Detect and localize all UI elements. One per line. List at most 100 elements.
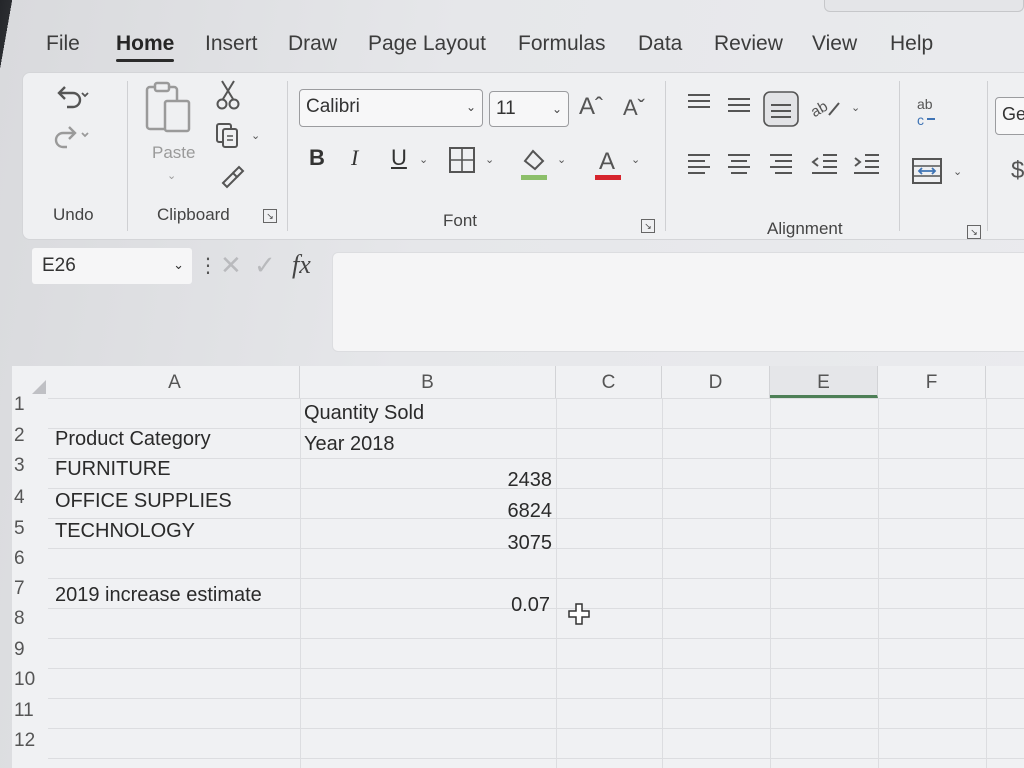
mouse-cursor-cross-icon xyxy=(567,602,591,626)
cell-b7[interactable]: 0.07 xyxy=(450,594,550,617)
cell-a5[interactable]: TECHNOLOGY xyxy=(55,520,195,543)
cell-a2[interactable]: Product Category xyxy=(55,428,211,451)
clipboard-launcher-icon[interactable]: ↘ xyxy=(263,209,277,223)
tab-file[interactable]: File xyxy=(46,32,80,56)
font-name-value: Calibri xyxy=(306,96,360,117)
row-header-5[interactable]: 5 xyxy=(12,518,48,540)
fill-color-icon[interactable] xyxy=(517,143,551,183)
cut-icon[interactable] xyxy=(213,79,243,111)
font-color-icon[interactable]: A xyxy=(591,143,625,183)
cell-a4[interactable]: OFFICE SUPPLIES xyxy=(55,490,232,513)
undo-icon[interactable] xyxy=(51,79,91,111)
number-format-select[interactable]: Ger xyxy=(995,97,1024,135)
row-header-1[interactable]: 1 xyxy=(12,394,48,416)
cell-b3[interactable]: 2438 xyxy=(452,469,553,492)
column-header-b[interactable]: B xyxy=(300,366,556,398)
font-name-select[interactable]: Calibri ⌄ xyxy=(299,89,483,127)
align-bottom-icon[interactable] xyxy=(763,91,799,127)
more-options-icon[interactable]: ⋮ xyxy=(198,256,218,276)
tab-insert[interactable]: Insert xyxy=(205,32,258,56)
merge-chevron-icon[interactable]: ⌄ xyxy=(953,165,962,178)
insert-function-icon[interactable]: fx xyxy=(292,252,311,278)
cell-b4[interactable]: 6824 xyxy=(452,500,553,523)
font-color-chevron-icon[interactable]: ⌄ xyxy=(631,153,640,166)
currency-icon[interactable]: $ xyxy=(1011,159,1024,183)
increase-font-icon[interactable]: Aˆ xyxy=(579,95,603,119)
merge-center-icon[interactable] xyxy=(911,157,943,185)
decrease-indent-icon[interactable] xyxy=(809,149,839,179)
column-header-d[interactable]: D xyxy=(662,366,770,398)
column-header-f[interactable]: F xyxy=(878,366,986,398)
row-header-8[interactable]: 8 xyxy=(12,608,48,630)
cell-b2[interactable]: Year 2018 xyxy=(304,433,394,456)
orientation-chevron-icon[interactable]: ⌄ xyxy=(851,101,860,114)
column-header-c[interactable]: C xyxy=(556,366,662,398)
redo-icon[interactable] xyxy=(51,119,91,151)
row-header-6[interactable]: 6 xyxy=(12,548,48,570)
cell-b5[interactable]: 3075 xyxy=(452,532,553,555)
enter-icon[interactable]: ✓ xyxy=(254,252,276,278)
tab-page-layout[interactable]: Page Layout xyxy=(368,32,486,56)
grid-line xyxy=(48,458,1024,459)
borders-chevron-icon[interactable]: ⌄ xyxy=(485,153,494,166)
worksheet-grid[interactable]: A B C D E F 1 2 3 4 5 6 7 8 9 10 11 12 Q… xyxy=(12,366,1024,768)
row-header-3[interactable]: 3 xyxy=(12,455,48,477)
align-center-icon[interactable] xyxy=(725,149,753,179)
ribbon-tabs: File Home Insert Draw Page Layout Formul… xyxy=(12,28,1024,68)
copy-chevron-icon[interactable]: ⌄ xyxy=(251,129,260,142)
bold-button[interactable]: B xyxy=(309,147,325,169)
font-launcher-icon[interactable]: ↘ xyxy=(641,219,655,233)
paste-label[interactable]: Paste xyxy=(152,143,195,163)
grid-line xyxy=(48,668,1024,669)
tab-draw[interactable]: Draw xyxy=(288,32,337,56)
row-header-7[interactable]: 7 xyxy=(12,578,48,600)
row-header-2[interactable]: 2 xyxy=(12,425,48,447)
align-top-icon[interactable] xyxy=(685,89,713,119)
row-header-4[interactable]: 4 xyxy=(12,487,48,509)
row-header-12[interactable]: 12 xyxy=(12,730,48,752)
alignment-launcher-icon[interactable]: ↘ xyxy=(967,225,981,239)
row-header-11[interactable]: 11 xyxy=(12,700,48,722)
orientation-icon[interactable]: ab xyxy=(808,93,845,123)
paste-chevron-icon[interactable]: ⌄ xyxy=(167,169,176,182)
formula-bar-buttons: ⋮ ✕ ✓ fx xyxy=(198,246,328,286)
tab-help[interactable]: Help xyxy=(890,32,933,56)
tab-review[interactable]: Review xyxy=(714,32,783,56)
align-middle-icon[interactable] xyxy=(725,91,753,121)
cancel-icon[interactable]: ✕ xyxy=(220,252,242,278)
tab-formulas[interactable]: Formulas xyxy=(518,32,606,56)
paste-icon[interactable] xyxy=(141,81,197,139)
column-header-a[interactable]: A xyxy=(50,366,300,398)
cell-b1[interactable]: Quantity Sold xyxy=(304,402,424,425)
formula-input[interactable] xyxy=(332,252,1024,352)
group-label-undo: Undo xyxy=(53,205,94,224)
group-divider xyxy=(899,81,900,231)
grid-line xyxy=(662,398,663,768)
grid-line xyxy=(48,398,1024,399)
name-box[interactable]: E26 ⌄ xyxy=(32,248,192,284)
decrease-font-icon[interactable]: Aˇ xyxy=(623,97,645,119)
tab-home[interactable]: Home xyxy=(116,32,175,62)
borders-icon[interactable] xyxy=(447,145,477,175)
column-header-e[interactable]: E xyxy=(770,366,878,398)
align-right-icon[interactable] xyxy=(767,149,795,179)
tab-view[interactable]: View xyxy=(812,32,857,56)
tab-data[interactable]: Data xyxy=(638,32,682,56)
fill-color-chevron-icon[interactable]: ⌄ xyxy=(557,153,566,166)
format-painter-icon[interactable] xyxy=(215,161,245,191)
increase-indent-icon[interactable] xyxy=(851,149,881,179)
underline-button[interactable]: U xyxy=(391,147,407,169)
name-box-chevron-icon: ⌄ xyxy=(173,257,184,272)
copy-icon[interactable] xyxy=(213,121,243,151)
cell-a7[interactable]: 2019 increase estimate xyxy=(55,584,262,607)
italic-button[interactable]: I xyxy=(351,147,358,169)
excel-window: File Home Insert Draw Page Layout Formul… xyxy=(12,0,1024,768)
row-header-10[interactable]: 10 xyxy=(12,669,48,691)
align-left-icon[interactable] xyxy=(685,149,713,179)
title-bar-edge xyxy=(824,0,1024,12)
row-header-9[interactable]: 9 xyxy=(12,639,48,661)
underline-chevron-icon[interactable]: ⌄ xyxy=(419,153,428,166)
wrap-text-icon[interactable]: ab c xyxy=(911,95,945,129)
cell-a3[interactable]: FURNITURE xyxy=(55,458,171,481)
font-size-select[interactable]: 11 ⌄ xyxy=(489,91,569,127)
